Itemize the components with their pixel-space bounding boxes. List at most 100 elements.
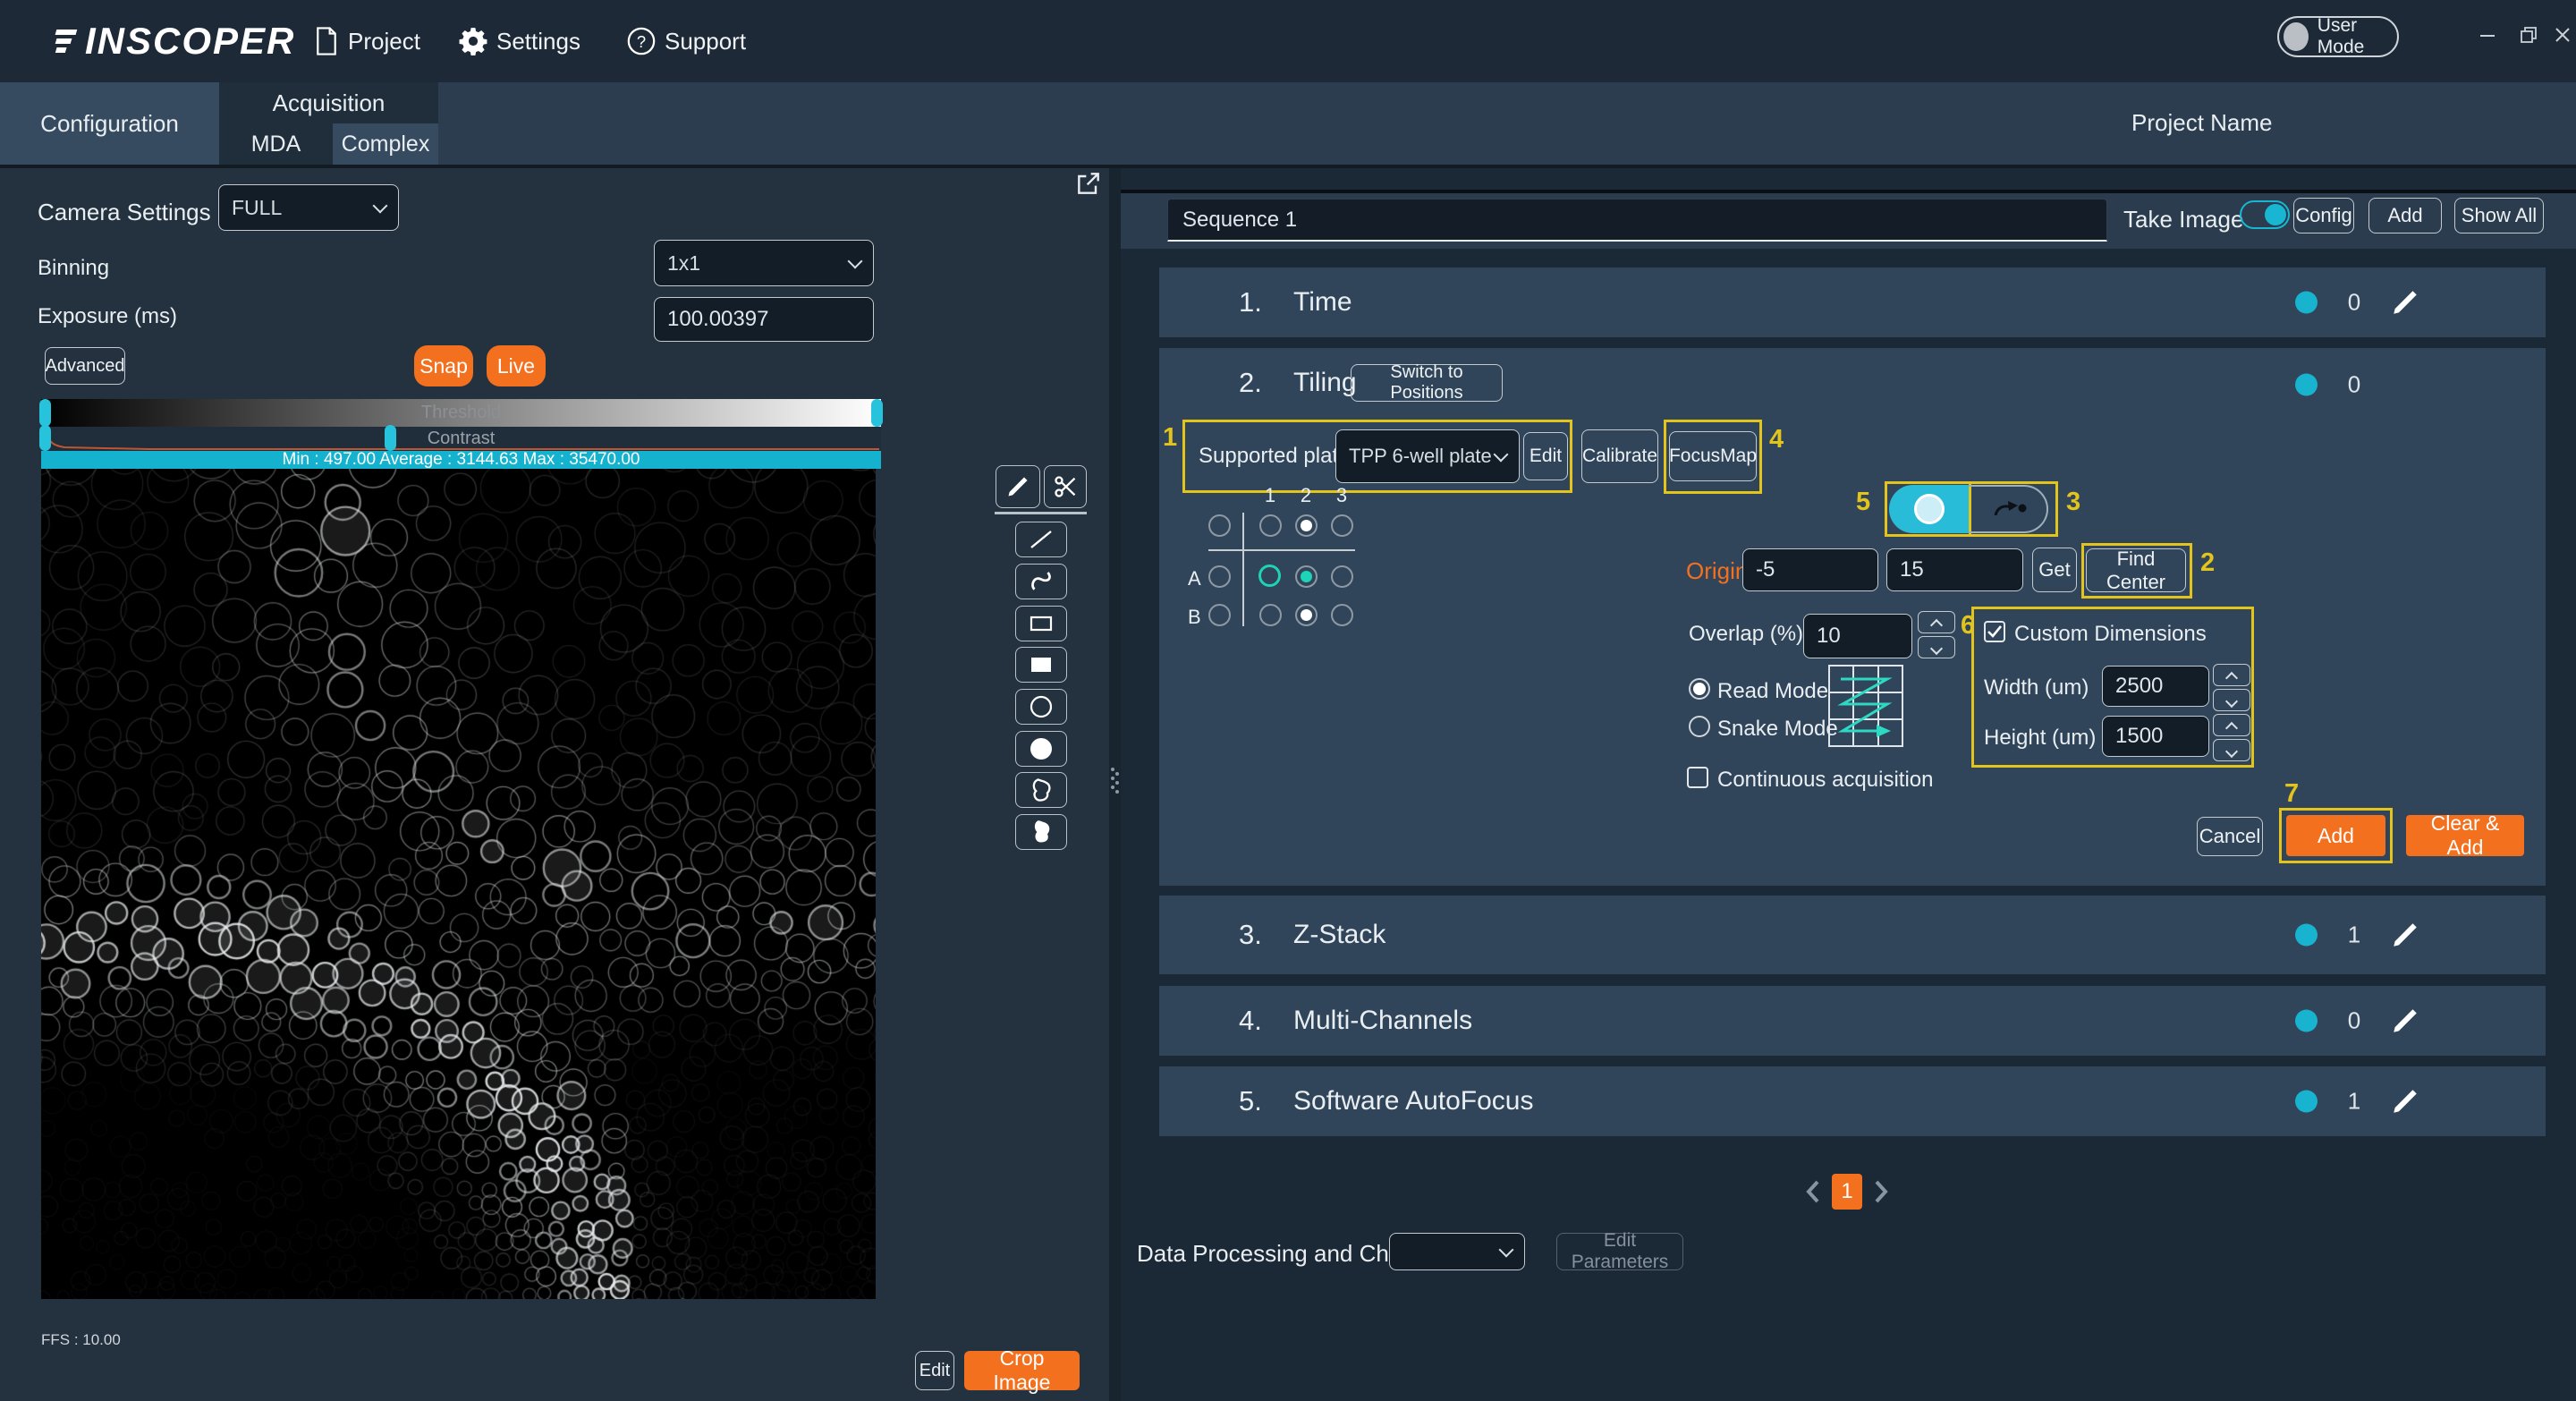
binning-dropdown[interactable]: 1x1 xyxy=(654,240,874,286)
user-mode-toggle[interactable]: User Mode xyxy=(2277,16,2399,57)
plate-col-3-selector[interactable] xyxy=(1331,514,1353,537)
camera-mode-dropdown[interactable]: FULL xyxy=(218,184,399,231)
custom-dimensions-checkbox[interactable] xyxy=(1984,621,2005,642)
scissors-icon xyxy=(1053,474,1078,499)
draw-pencil-tool[interactable] xyxy=(996,465,1040,508)
step-row-time[interactable]: 1. Time 0 xyxy=(1159,267,2546,337)
focusmap-button[interactable]: FocusMap xyxy=(1669,431,1757,481)
step-count: 0 xyxy=(2336,289,2372,317)
plate-edit-button[interactable]: Edit xyxy=(1523,432,1568,480)
panel-divider[interactable] xyxy=(1109,168,1121,1401)
tab-acquisition[interactable]: Acquisition xyxy=(219,89,438,117)
rectangle-tool[interactable] xyxy=(1015,606,1067,641)
annotation-7: 7 xyxy=(2284,779,2299,809)
snake-mode-radio[interactable] xyxy=(1689,716,1710,737)
overlap-down-button[interactable] xyxy=(1918,636,1955,658)
filled-circle-tool[interactable] xyxy=(1015,731,1067,767)
step-row-autofocus[interactable]: 5. Software AutoFocus 1 xyxy=(1159,1066,2546,1136)
threshold-handle-left[interactable] xyxy=(39,399,51,427)
edit-step-button[interactable] xyxy=(2390,287,2420,318)
menu-project[interactable]: Project xyxy=(313,0,420,82)
add-sequence-button[interactable]: Add xyxy=(2368,198,2442,234)
freeform-tool[interactable] xyxy=(1015,772,1067,808)
take-image-toggle[interactable] xyxy=(2240,200,2290,229)
width-down-button[interactable] xyxy=(2213,689,2250,711)
curve-tool[interactable] xyxy=(1015,564,1067,599)
menu-settings[interactable]: Settings xyxy=(458,0,580,82)
edit-step-button[interactable] xyxy=(2390,1006,2420,1036)
camera-settings-label: Camera Settings xyxy=(38,199,211,226)
crop-image-button[interactable]: Crop Image xyxy=(964,1351,1080,1390)
data-processing-dropdown[interactable] xyxy=(1389,1233,1525,1270)
page-number[interactable]: 1 xyxy=(1832,1174,1862,1210)
microscopy-image[interactable] xyxy=(41,469,876,1299)
minimize-button[interactable] xyxy=(2474,21,2501,48)
overlap-input[interactable] xyxy=(1803,614,1912,658)
tiling-mode-toggle-left[interactable] xyxy=(1889,485,1969,533)
edit-step-button[interactable] xyxy=(2390,1086,2420,1117)
well-a3[interactable] xyxy=(1331,565,1353,588)
well-b1[interactable] xyxy=(1259,604,1282,626)
plate-row-b-selector[interactable] xyxy=(1208,604,1231,626)
threshold-slider[interactable]: Threshold xyxy=(41,399,881,427)
origin-x-input[interactable] xyxy=(1742,548,1878,591)
threshold-handle-right[interactable] xyxy=(871,399,883,427)
sequence-name-input[interactable] xyxy=(1167,199,2107,242)
clear-and-add-button[interactable]: Clear & Add xyxy=(2406,815,2524,856)
height-input[interactable] xyxy=(2102,716,2209,757)
filled-rectangle-tool[interactable] xyxy=(1015,647,1067,683)
config-button[interactable]: Config xyxy=(2293,198,2354,234)
image-edit-button[interactable]: Edit xyxy=(915,1351,954,1390)
tab-configuration[interactable]: Configuration xyxy=(0,82,219,165)
calibrate-button[interactable]: Calibrate xyxy=(1581,429,1658,483)
edit-step-button[interactable] xyxy=(2390,920,2420,950)
width-input[interactable] xyxy=(2102,666,2209,707)
exposure-input[interactable] xyxy=(654,297,874,342)
live-button[interactable]: Live xyxy=(487,345,546,386)
tab-complex[interactable]: Complex xyxy=(333,123,438,165)
tiling-mode-toggle-right[interactable] xyxy=(1969,485,2048,533)
read-mode-radio[interactable] xyxy=(1689,678,1710,700)
cancel-button[interactable]: Cancel xyxy=(2197,817,2263,856)
plate-col-1-selector[interactable] xyxy=(1259,514,1282,537)
height-down-button[interactable] xyxy=(2213,739,2250,761)
advanced-button[interactable]: Advanced xyxy=(45,347,125,385)
step-row-zstack[interactable]: 3. Z-Stack 1 xyxy=(1159,896,2546,974)
contrast-handle-mid[interactable] xyxy=(385,425,396,451)
well-a2[interactable] xyxy=(1295,565,1318,588)
plate-select-all[interactable] xyxy=(1208,514,1231,537)
edit-parameters-button[interactable]: Edit Parameters xyxy=(1556,1233,1683,1270)
tab-mda[interactable]: MDA xyxy=(219,123,333,165)
close-button[interactable] xyxy=(2549,21,2576,48)
cut-tool[interactable] xyxy=(1044,465,1087,508)
tiling-add-button[interactable]: Add xyxy=(2286,815,2385,856)
popout-button[interactable] xyxy=(1074,169,1103,202)
restore-button[interactable] xyxy=(2515,21,2542,48)
filled-freeform-tool[interactable] xyxy=(1015,814,1067,850)
switch-to-positions-button[interactable]: Switch to Positions xyxy=(1351,364,1503,402)
line-tool[interactable] xyxy=(1015,522,1067,557)
page-next-button[interactable] xyxy=(1869,1178,1893,1205)
contrast-slider[interactable]: Contrast xyxy=(41,427,881,451)
well-a1[interactable] xyxy=(1258,565,1281,587)
overlap-up-button[interactable] xyxy=(1918,611,1955,633)
plate-col-2-selector[interactable] xyxy=(1295,514,1318,537)
step-row-multichannels[interactable]: 4. Multi-Channels 0 xyxy=(1159,986,2546,1056)
height-up-button[interactable] xyxy=(2213,714,2250,736)
plate-dropdown[interactable]: TPP 6-well plate xyxy=(1335,429,1520,483)
get-button[interactable]: Get xyxy=(2032,548,2077,592)
well-b3[interactable] xyxy=(1331,604,1353,626)
page-prev-button[interactable] xyxy=(1801,1178,1825,1205)
find-center-button[interactable]: Find Center xyxy=(2086,548,2186,592)
status-dot xyxy=(2295,1091,2318,1113)
contrast-handle-left[interactable] xyxy=(39,425,51,451)
snap-button[interactable]: Snap xyxy=(414,345,473,386)
well-b2[interactable] xyxy=(1295,604,1318,626)
menu-support[interactable]: ? Support xyxy=(626,0,746,82)
continuous-acquisition-checkbox[interactable] xyxy=(1687,767,1708,788)
show-all-button[interactable]: Show All xyxy=(2454,198,2544,234)
circle-tool[interactable] xyxy=(1015,689,1067,725)
plate-row-a-selector[interactable] xyxy=(1208,565,1231,588)
width-up-button[interactable] xyxy=(2213,664,2250,686)
origin-y-input[interactable] xyxy=(1886,548,2023,591)
